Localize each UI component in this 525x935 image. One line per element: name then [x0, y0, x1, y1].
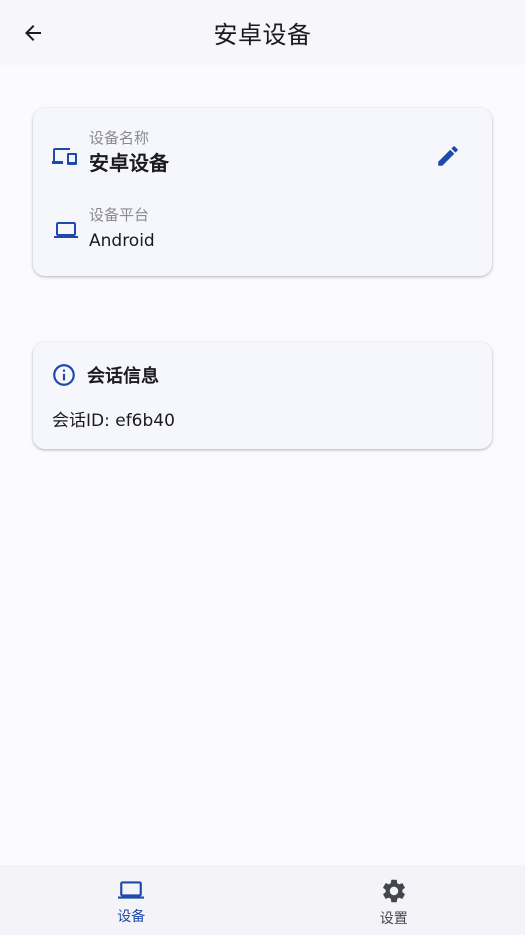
session-title: 会话信息 [87, 366, 159, 387]
info-icon [53, 364, 75, 386]
app-bar: 安卓设备 [0, 0, 525, 65]
nav-label-devices: 设备 [117, 909, 146, 925]
device-platform-label: 设备平台 [89, 206, 150, 224]
laptop-icon [118, 881, 145, 899]
device-info-card: 设备名称 安卓设备 设备平台 Android [33, 108, 492, 276]
page-title: 安卓设备 [213, 21, 312, 49]
laptop-icon [51, 215, 81, 245]
device-platform-row: 设备平台 Android [51, 205, 155, 253]
pencil-icon [438, 146, 458, 166]
nav-item-settings[interactable]: 设置 [263, 865, 525, 935]
device-platform-value: Android [89, 231, 155, 251]
session-id-text: 会话ID: ef6b40 [52, 411, 175, 431]
device-name-value: 安卓设备 [89, 151, 169, 175]
app-screen: 安卓设备 设备名称 安卓设备 设备平台 Android 会话信息 会话ID: e… [0, 0, 525, 935]
devices-icon [51, 142, 81, 172]
device-name-label: 设备名称 [89, 129, 150, 147]
session-info-card: 会话信息 会话ID: ef6b40 [33, 342, 492, 449]
bottom-navigation: 设备 设置 [0, 865, 525, 935]
edit-device-name-button[interactable] [432, 140, 464, 172]
session-header: 会话信息 [51, 362, 159, 388]
nav-item-devices[interactable]: 设备 [0, 865, 263, 935]
device-name-row: 设备名称 安卓设备 [51, 128, 169, 177]
gear-icon [382, 879, 405, 903]
nav-label-settings: 设置 [379, 911, 408, 927]
